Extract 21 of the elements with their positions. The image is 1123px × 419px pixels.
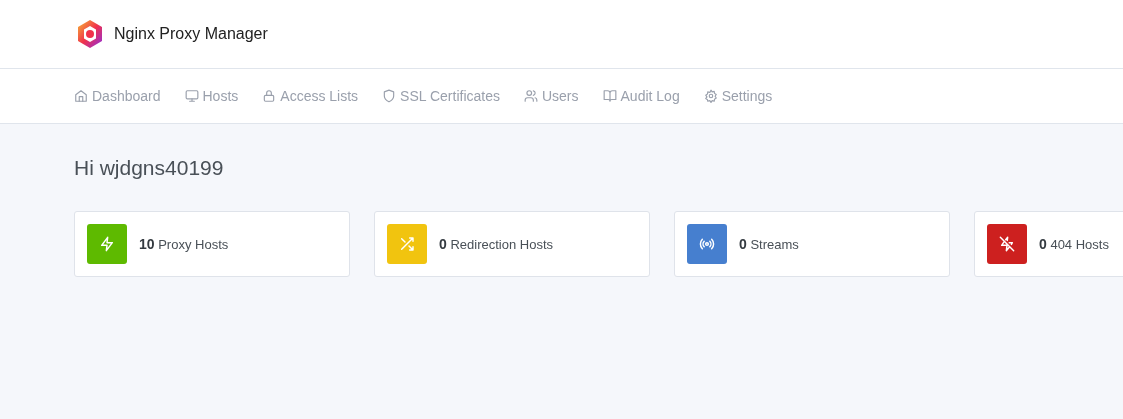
settings-icon — [703, 89, 718, 103]
app-title: Nginx Proxy Manager — [114, 25, 268, 43]
house-icon — [74, 89, 88, 103]
nav-link[interactable]: Settings — [703, 88, 773, 104]
lock-icon — [262, 89, 277, 103]
book-icon — [602, 89, 617, 103]
greeting-heading: Hi wjdgns40199 — [74, 156, 225, 180]
nav-link[interactable]: Hosts — [184, 88, 239, 104]
nav-link[interactable]: Access Lists — [262, 88, 359, 104]
stat-text: 10 Proxy Hosts — [139, 236, 229, 252]
users-icon — [523, 89, 538, 103]
nav-link[interactable]: Dashboard — [74, 88, 161, 104]
nav-link[interactable]: SSL Certificates — [382, 88, 500, 104]
monitor-icon — [184, 89, 199, 103]
shield-icon — [382, 89, 397, 103]
nav-link[interactable]: Users — [523, 88, 579, 104]
hexagon-logo-icon — [75, 19, 105, 49]
stat-text: 0 Redirection Hosts — [439, 236, 553, 252]
nav-link[interactable]: Audit Log — [602, 88, 680, 104]
stat-text: 0 Streams — [739, 236, 799, 252]
stat-text: 0 404 Hosts — [1039, 236, 1109, 252]
